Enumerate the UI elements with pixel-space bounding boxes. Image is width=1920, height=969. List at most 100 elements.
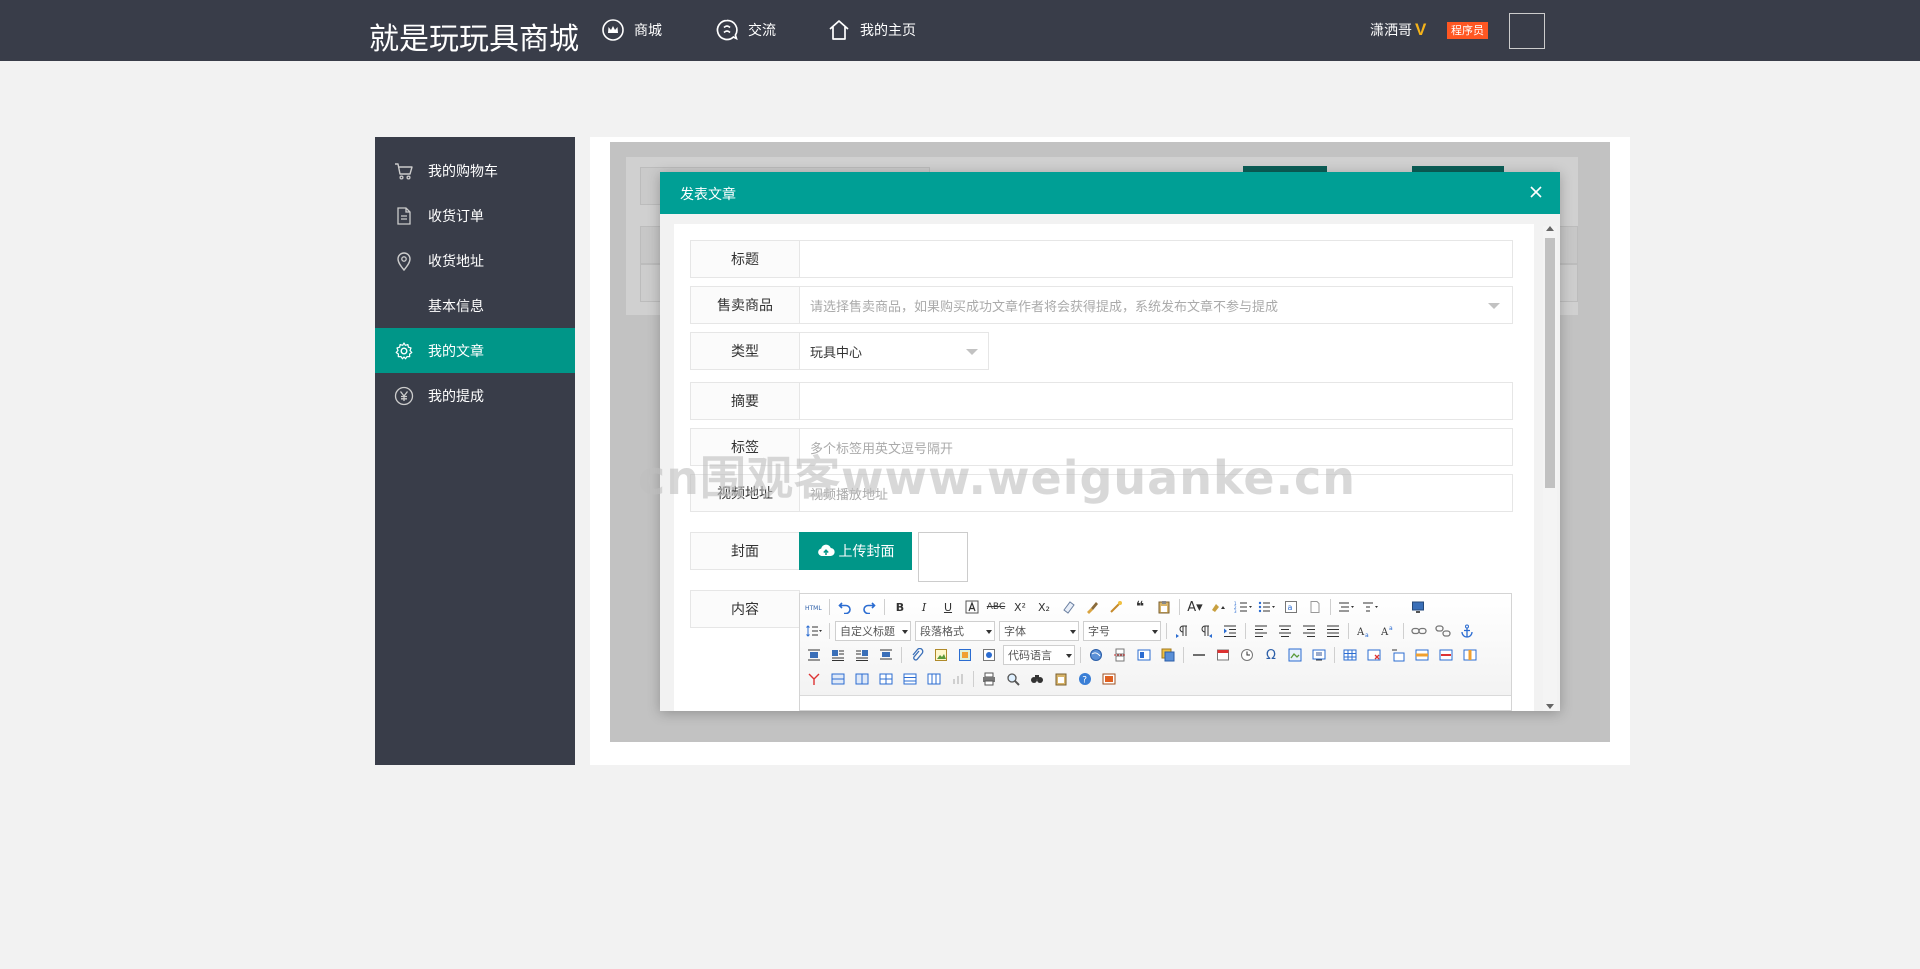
print-icon[interactable] <box>979 669 999 689</box>
insert-video-icon[interactable] <box>979 645 999 665</box>
blockquote-icon[interactable]: ❝ <box>1130 597 1150 617</box>
insert-row-icon[interactable] <box>1412 645 1432 665</box>
row-spacing-top-icon[interactable] <box>1336 597 1356 617</box>
subscript-icon[interactable]: X₂ <box>1034 597 1054 617</box>
underline-icon[interactable]: U <box>938 597 958 617</box>
delete-table-icon[interactable] <box>1364 645 1384 665</box>
scroll-up-icon[interactable] <box>1546 226 1554 231</box>
nav-talk[interactable]: 交流 <box>714 17 776 43</box>
paste-plain-icon[interactable] <box>1154 597 1174 617</box>
font-border-icon[interactable] <box>962 597 982 617</box>
font-color-icon[interactable]: A▾ <box>1185 597 1205 617</box>
merge-down-icon[interactable] <box>852 669 872 689</box>
drafts-icon[interactable] <box>1051 669 1071 689</box>
align-center-icon[interactable] <box>1275 621 1295 641</box>
font-size-select[interactable]: 字号 <box>1083 621 1161 641</box>
merge-cells-icon[interactable] <box>804 669 824 689</box>
link-icon[interactable] <box>1409 621 1429 641</box>
horizontal-line-icon[interactable] <box>1189 645 1209 665</box>
image-right-icon[interactable] <box>852 645 872 665</box>
bold-icon[interactable]: B <box>890 597 910 617</box>
italic-icon[interactable]: I <box>914 597 934 617</box>
source-html-icon[interactable]: HTML <box>804 597 824 617</box>
row-spacing-bottom-icon[interactable] <box>1360 597 1380 617</box>
type-select[interactable]: 玩具中心 <box>799 332 989 370</box>
special-char-icon[interactable]: Ω <box>1261 645 1281 665</box>
page-break-icon[interactable] <box>1110 645 1130 665</box>
format-brush-icon[interactable] <box>1082 597 1102 617</box>
lowercase-icon[interactable]: Aa <box>1378 621 1398 641</box>
ordered-list-icon[interactable]: 123 <box>1233 597 1253 617</box>
video-input[interactable]: 视频播放地址 <box>799 474 1513 512</box>
sidebar-item-articles[interactable]: 我的文章 <box>375 328 575 373</box>
multi-image-icon[interactable] <box>955 645 975 665</box>
align-right-icon[interactable] <box>1299 621 1319 641</box>
auto-format-icon[interactable] <box>1106 597 1126 617</box>
upload-cover-button[interactable]: 上传封面 <box>799 532 912 570</box>
select-all-icon[interactable]: a <box>1281 597 1301 617</box>
indent-icon[interactable] <box>1220 621 1240 641</box>
paragraph-format-select[interactable]: 段落格式 <box>915 621 995 641</box>
split-to-rows-icon[interactable] <box>900 669 920 689</box>
avatar[interactable] <box>1509 13 1545 49</box>
delete-row-icon[interactable] <box>1436 645 1456 665</box>
sidebar-item-profile[interactable]: 基本信息 <box>375 283 575 328</box>
search-replace-icon[interactable] <box>1027 669 1047 689</box>
uppercase-icon[interactable]: Aa <box>1354 621 1374 641</box>
fullscreen-icon[interactable] <box>1408 597 1428 617</box>
code-language-select[interactable]: 代码语言 <box>1003 645 1075 665</box>
sidebar-item-orders[interactable]: 收货订单 <box>375 193 575 238</box>
rtl-icon[interactable] <box>1196 621 1216 641</box>
time-icon[interactable] <box>1237 645 1257 665</box>
split-to-cols-icon[interactable] <box>924 669 944 689</box>
chart-icon[interactable] <box>948 669 968 689</box>
align-justify-icon[interactable] <box>1323 621 1343 641</box>
ltr-icon[interactable] <box>1172 621 1192 641</box>
clear-doc-icon[interactable] <box>1305 597 1325 617</box>
snapscreen-icon[interactable] <box>1309 645 1329 665</box>
image-center-icon[interactable] <box>876 645 896 665</box>
background-icon[interactable] <box>1158 645 1178 665</box>
custom-title-select[interactable]: 自定义标题 <box>835 621 911 641</box>
background-color-icon[interactable] <box>1209 597 1229 617</box>
insert-paragraph-before-table-icon[interactable] <box>1388 645 1408 665</box>
nav-home[interactable]: 我的主页 <box>826 17 916 43</box>
scroll-thumb[interactable] <box>1545 238 1555 488</box>
modal-scrollbar[interactable] <box>1543 226 1557 711</box>
date-icon[interactable] <box>1213 645 1233 665</box>
undo-icon[interactable] <box>835 597 855 617</box>
image-left-icon[interactable] <box>828 645 848 665</box>
tags-input[interactable]: 多个标签用英文逗号隔开 <box>799 428 1513 466</box>
eraser-icon[interactable] <box>1058 597 1078 617</box>
wordimage-icon[interactable] <box>1285 645 1305 665</box>
line-height-icon[interactable] <box>804 621 824 641</box>
product-select[interactable]: 请选择售卖商品，如果购买成功文章作者将会获得提成，系统发布文章不参与提成 <box>799 286 1513 324</box>
title-input[interactable] <box>799 240 1513 278</box>
unlink-icon[interactable] <box>1433 621 1453 641</box>
redo-icon[interactable] <box>859 597 879 617</box>
help-icon[interactable]: ? <box>1075 669 1095 689</box>
close-icon[interactable] <box>1526 182 1546 202</box>
insert-image-icon[interactable] <box>931 645 951 665</box>
attachment-icon[interactable] <box>907 645 927 665</box>
site-brand[interactable]: 就是玩玩具商城 <box>369 14 579 58</box>
template-icon[interactable] <box>1134 645 1154 665</box>
anchor-icon[interactable] <box>1457 621 1477 641</box>
strikethrough-icon[interactable]: ABC <box>986 597 1006 617</box>
insert-col-icon[interactable] <box>1460 645 1480 665</box>
align-left-icon[interactable] <box>1251 621 1271 641</box>
image-none-icon[interactable] <box>804 645 824 665</box>
username[interactable]: 潇洒哥 <box>1370 20 1412 40</box>
sidebar-item-cart[interactable]: 我的购物车 <box>375 148 575 193</box>
insert-frame-icon[interactable] <box>1099 669 1119 689</box>
insert-table-icon[interactable] <box>1340 645 1360 665</box>
font-family-select[interactable]: 字体 <box>999 621 1079 641</box>
sidebar-item-address[interactable]: 收货地址 <box>375 238 575 283</box>
sidebar-item-commission[interactable]: 我的提成 <box>375 373 575 418</box>
map-icon[interactable] <box>1086 645 1106 665</box>
merge-right-icon[interactable] <box>828 669 848 689</box>
summary-input[interactable] <box>799 382 1513 420</box>
preview-icon[interactable] <box>1003 669 1023 689</box>
scroll-down-icon[interactable] <box>1546 704 1554 709</box>
user-info[interactable]: 潇洒哥 V <box>1370 20 1426 40</box>
